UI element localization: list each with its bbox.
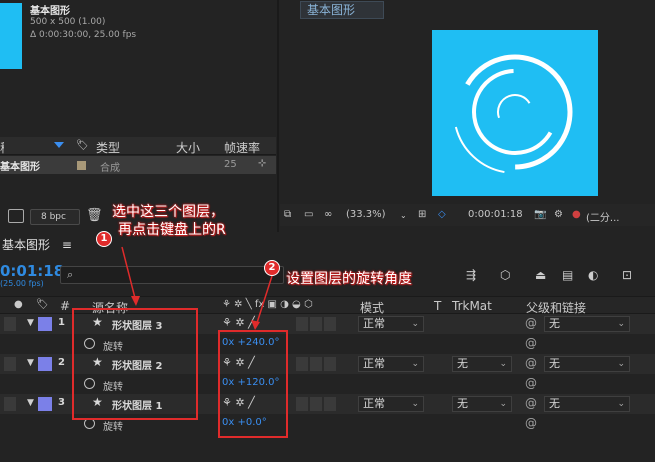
arrow-1-line	[121, 246, 137, 303]
arrow-2-line	[255, 275, 273, 327]
annotation-step-1-line-2: 再点击键盘上的R	[118, 222, 226, 238]
annotation-arrows	[121, 246, 273, 330]
step-badge-1: 1	[96, 231, 112, 247]
arrow-2-head	[251, 320, 260, 330]
arrow-1-head	[131, 296, 140, 306]
annotation-step-2: 设置图层的旋转角度	[286, 271, 412, 287]
step-badge-2: 2	[264, 260, 280, 276]
annotation-step-1-line-1: 选中这三个图层，	[112, 204, 224, 220]
